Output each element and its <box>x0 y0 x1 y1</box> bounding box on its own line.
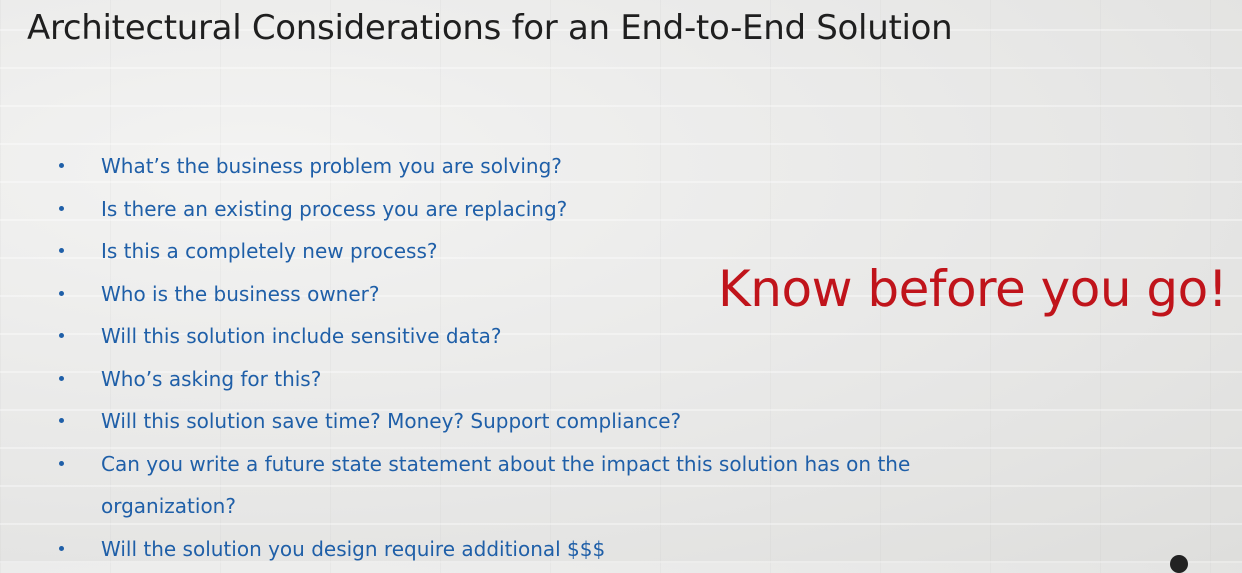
list-item-text: Can you write a future state statement a… <box>101 451 911 519</box>
bullet-icon <box>59 290 64 296</box>
slide-title: Architectural Considerations for an End-… <box>27 8 953 48</box>
list-item: Who’s asking for this? <box>56 358 936 401</box>
corner-dot-icon <box>1170 555 1188 573</box>
slide: Architectural Considerations for an End-… <box>0 0 1242 573</box>
list-item: Is there an existing process you are rep… <box>56 188 936 231</box>
list-item-text: What’s the business problem you are solv… <box>101 154 562 178</box>
list-item-text: Will this solution include sensitive dat… <box>101 324 502 348</box>
list-item-text: Who is the business owner? <box>101 281 380 306</box>
list-item: Will the solution you design require add… <box>56 528 936 571</box>
list-item-text: Is there an existing process you are rep… <box>101 196 568 221</box>
list-item: Can you write a future state statement a… <box>56 443 936 528</box>
list-item: Will this solution include sensitive dat… <box>56 315 936 358</box>
list-item: Will this solution save time? Money? Sup… <box>56 400 936 443</box>
list-item-text: Who’s asking for this? <box>101 366 322 391</box>
callout-text: Know before you go! <box>718 260 1228 318</box>
list-item-text: Will the solution you design require add… <box>101 536 606 561</box>
bullet-icon <box>59 333 64 338</box>
bullet-icon <box>59 205 64 211</box>
list-item-text: Is this a completely new process? <box>101 239 438 263</box>
bullet-list: What’s the business problem you are solv… <box>56 145 936 570</box>
bullet-icon <box>59 545 64 551</box>
bullet-icon <box>59 163 64 168</box>
bullet-icon <box>59 248 64 253</box>
list-item-text: Will this solution save time? Money? Sup… <box>101 409 682 433</box>
list-item: What’s the business problem you are solv… <box>56 145 936 188</box>
bullet-icon <box>59 418 64 423</box>
bullet-icon <box>59 375 64 381</box>
bullet-icon <box>59 460 64 466</box>
